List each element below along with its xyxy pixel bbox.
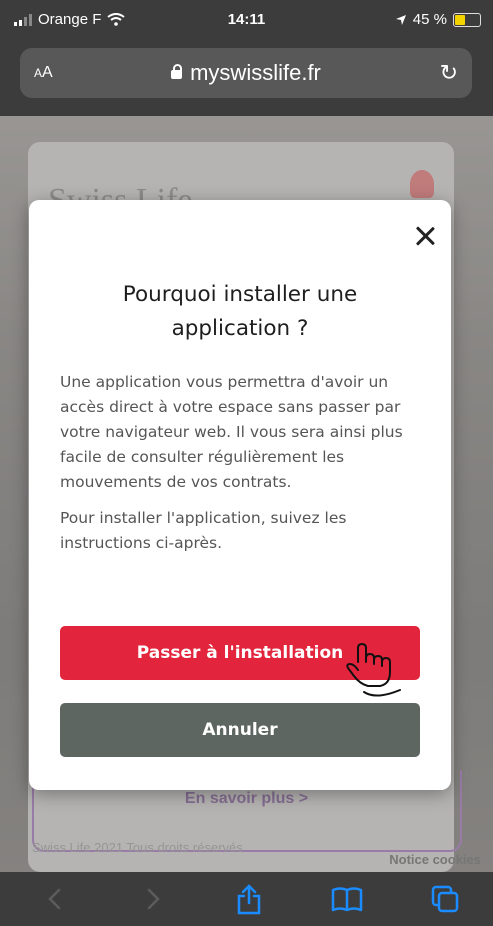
status-right: 45 % [395,11,481,28]
url-text: myswisslife.fr [190,60,321,85]
browser-toolbar [0,872,493,926]
reload-icon[interactable]: ↻ [440,60,458,86]
lock-icon [171,64,183,79]
modal-paragraph-2: Pour installer l'application, suivez les… [60,509,347,552]
address-bar[interactable]: AA myswisslife.fr ↻ [20,48,472,98]
battery-icon [453,12,481,27]
back-icon[interactable] [38,882,72,916]
url-display[interactable]: myswisslife.fr [20,60,472,86]
status-bar: Orange F 14:11 45 % [0,0,493,40]
forward-icon[interactable] [136,882,170,916]
tabs-icon[interactable] [428,882,462,916]
cancel-button[interactable]: Annuler [60,703,420,757]
modal-paragraph-1: Une application vous permettra d'avoir u… [60,373,403,491]
battery-percent: 45 % [412,11,447,28]
hand-pointer-icon [346,643,401,697]
share-icon[interactable] [232,882,266,916]
close-icon[interactable] [413,224,437,248]
bookmarks-icon[interactable] [330,882,364,916]
modal-title: Pourquoi installer une application ? [122,282,358,341]
install-app-modal: Pourquoi installer une application ? Une… [29,200,451,790]
browser-top-bar: AA myswisslife.fr ↻ [0,40,493,116]
modal-body: Une application vous permettra d'avoir u… [60,370,422,567]
location-arrow-icon [395,14,406,25]
